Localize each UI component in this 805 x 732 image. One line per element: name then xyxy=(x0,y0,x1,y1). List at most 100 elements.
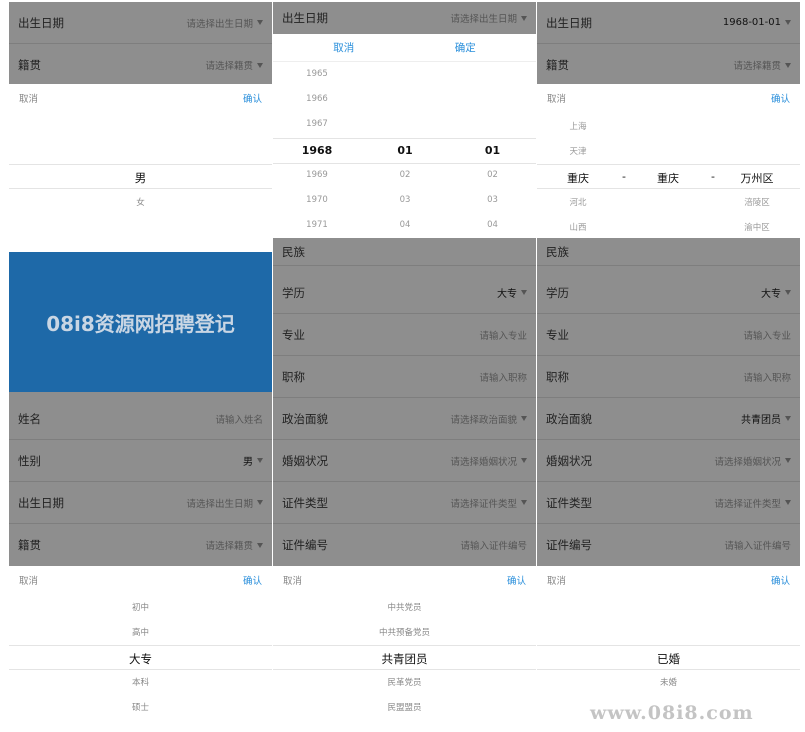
confirm-button[interactable]: 确认 xyxy=(771,91,790,105)
birth-field[interactable]: 出生日期 1968-01-01 xyxy=(537,2,800,44)
politics-field[interactable]: 政治面貌 请选择政治面貌 xyxy=(273,398,536,440)
chevron-down-icon xyxy=(257,458,263,463)
option[interactable]: 中共党员 xyxy=(273,601,536,613)
district-option[interactable]: 渝中区 xyxy=(717,221,797,233)
education-field[interactable]: 学历 大专 xyxy=(537,272,800,314)
province-selected[interactable]: 重庆 xyxy=(537,170,619,186)
district-option[interactable]: 涪陵区 xyxy=(717,196,797,208)
field-value: 请选择政治面貌 xyxy=(450,412,527,426)
picker-toolbar: 取消 确认 xyxy=(9,566,272,594)
idtype-field[interactable]: 证件类型 请选择证件类型 xyxy=(273,482,536,524)
confirm-button[interactable]: 确认 xyxy=(243,91,262,105)
option-selected[interactable]: 大专 xyxy=(9,651,272,667)
option[interactable]: 初中 xyxy=(9,601,272,613)
cancel-button[interactable]: 取消 xyxy=(19,573,38,587)
city-selected[interactable]: 重庆 xyxy=(627,170,709,186)
field-label: 出生日期 xyxy=(546,15,592,30)
marital-field[interactable]: 婚姻状况 请选择婚姻状况 xyxy=(273,440,536,482)
native-field[interactable]: 籍贯 请选择籍贯 xyxy=(537,44,800,86)
idno-field[interactable]: 证件编号 请输入证件编号 xyxy=(273,524,536,566)
month-selected[interactable]: 01 xyxy=(361,144,449,157)
option[interactable]: 本科 xyxy=(9,676,272,688)
year-selected[interactable]: 1968 xyxy=(273,144,361,157)
confirm-button[interactable]: 确认 xyxy=(771,573,790,587)
nation-field[interactable]: 民族 xyxy=(273,238,536,266)
confirm-button[interactable]: 确定 xyxy=(455,40,476,55)
month-option[interactable]: 03 xyxy=(361,195,449,205)
name-field[interactable]: 姓名 请输入姓名 xyxy=(9,398,272,440)
chevron-down-icon xyxy=(257,20,263,25)
option-selected[interactable]: 男 xyxy=(9,170,272,186)
option[interactable]: 未婚 xyxy=(537,676,800,688)
major-field[interactable]: 专业 请输入专业 xyxy=(273,314,536,356)
field-value: 男 xyxy=(243,453,263,468)
year-option[interactable]: 1966 xyxy=(273,94,361,104)
field-value: 请输入专业 xyxy=(479,330,527,342)
nation-field[interactable]: 民族 xyxy=(537,238,800,266)
field-value: 请选择证件类型 xyxy=(714,496,791,510)
year-option[interactable]: 1969 xyxy=(273,170,361,180)
month-option[interactable]: 02 xyxy=(361,170,449,180)
chevron-down-icon xyxy=(257,500,263,505)
panel-region-picker: 出生日期 1968-01-01 籍贯 请选择籍贯 取消 确认 上海 天津 重庆 - 重… xyxy=(537,2,800,238)
year-option[interactable]: 1970 xyxy=(273,195,361,205)
date-picker-sheet: 取消 确定 1965 1966 1967 1968 01 01 1969 1970… xyxy=(273,34,536,238)
native-field[interactable]: 籍贯 请选择籍贯 xyxy=(9,524,272,566)
field-value: 共青团员 xyxy=(741,411,791,426)
field-label: 性别 xyxy=(18,453,41,468)
chevron-down-icon xyxy=(785,416,791,421)
cancel-button[interactable]: 取消 xyxy=(547,573,566,587)
district-selected[interactable]: 万州区 xyxy=(717,170,797,186)
gender-field[interactable]: 性别 男 xyxy=(9,440,272,482)
option[interactable]: 高中 xyxy=(9,626,272,638)
province-option[interactable]: 天津 xyxy=(537,145,619,157)
option[interactable]: 女 xyxy=(9,196,272,208)
cancel-button[interactable]: 取消 xyxy=(547,91,566,105)
birth-field[interactable]: 出生日期 请选择出生日期 xyxy=(9,2,272,44)
day-selected[interactable]: 01 xyxy=(449,144,536,157)
education-field[interactable]: 学历 大专 xyxy=(273,272,536,314)
chevron-down-icon xyxy=(785,290,791,295)
chevron-down-icon xyxy=(521,458,527,463)
confirm-button[interactable]: 确认 xyxy=(507,573,526,587)
cancel-button[interactable]: 取消 xyxy=(333,40,354,55)
chevron-down-icon xyxy=(785,20,791,25)
year-option[interactable]: 1967 xyxy=(273,119,361,129)
field-label: 籍贯 xyxy=(18,538,41,552)
idno-field[interactable]: 证件编号 请输入证件编号 xyxy=(537,524,800,566)
birth-field[interactable]: 出生日期 请选择出生日期 xyxy=(9,482,272,524)
day-option[interactable]: 03 xyxy=(449,195,536,205)
option-selected[interactable]: 已婚 xyxy=(537,651,800,667)
year-option[interactable]: 1965 xyxy=(273,69,361,79)
marital-field[interactable]: 婚姻状况 请选择婚姻状况 xyxy=(537,440,800,482)
confirm-button[interactable]: 确认 xyxy=(243,573,262,587)
idtype-field[interactable]: 证件类型 请选择证件类型 xyxy=(537,482,800,524)
panel-date-picker: 出生日期 请选择出生日期 取消 确定 1965 1966 1967 1968 01 … xyxy=(273,2,536,238)
cancel-button[interactable]: 取消 xyxy=(19,91,38,105)
day-option[interactable]: 04 xyxy=(449,220,536,230)
politics-field[interactable]: 政治面貌 共青团员 xyxy=(537,398,800,440)
option[interactable]: 中共预备党员 xyxy=(273,626,536,638)
option-selected[interactable]: 共青团员 xyxy=(273,651,536,667)
field-label: 籍贯 xyxy=(18,58,41,72)
province-option[interactable]: 上海 xyxy=(537,120,619,132)
cancel-button[interactable]: 取消 xyxy=(283,573,302,587)
day-option[interactable]: 02 xyxy=(449,170,536,180)
option[interactable]: 民革党员 xyxy=(273,676,536,688)
field-label: 证件类型 xyxy=(546,495,592,510)
field-value: 请选择证件类型 xyxy=(450,496,527,510)
title-field[interactable]: 职称 请输入职称 xyxy=(537,356,800,398)
panel-gender-picker: 出生日期 请选择出生日期 籍贯 请选择籍贯 取消 确认 男 女 xyxy=(9,2,272,238)
field-value: 请输入姓名 xyxy=(215,414,263,426)
title-field[interactable]: 职称 请输入职称 xyxy=(273,356,536,398)
year-option[interactable]: 1971 xyxy=(273,220,361,230)
major-field[interactable]: 专业 请输入专业 xyxy=(537,314,800,356)
chevron-down-icon xyxy=(785,458,791,463)
month-option[interactable]: 04 xyxy=(361,220,449,230)
native-field[interactable]: 籍贯 请选择籍贯 xyxy=(9,44,272,86)
province-option[interactable]: 河北 xyxy=(537,196,619,208)
province-option[interactable]: 山西 xyxy=(537,221,619,233)
option[interactable]: 民盟盟员 xyxy=(273,701,536,713)
birth-field[interactable]: 出生日期 请选择出生日期 xyxy=(273,2,536,34)
option[interactable]: 硕士 xyxy=(9,701,272,713)
